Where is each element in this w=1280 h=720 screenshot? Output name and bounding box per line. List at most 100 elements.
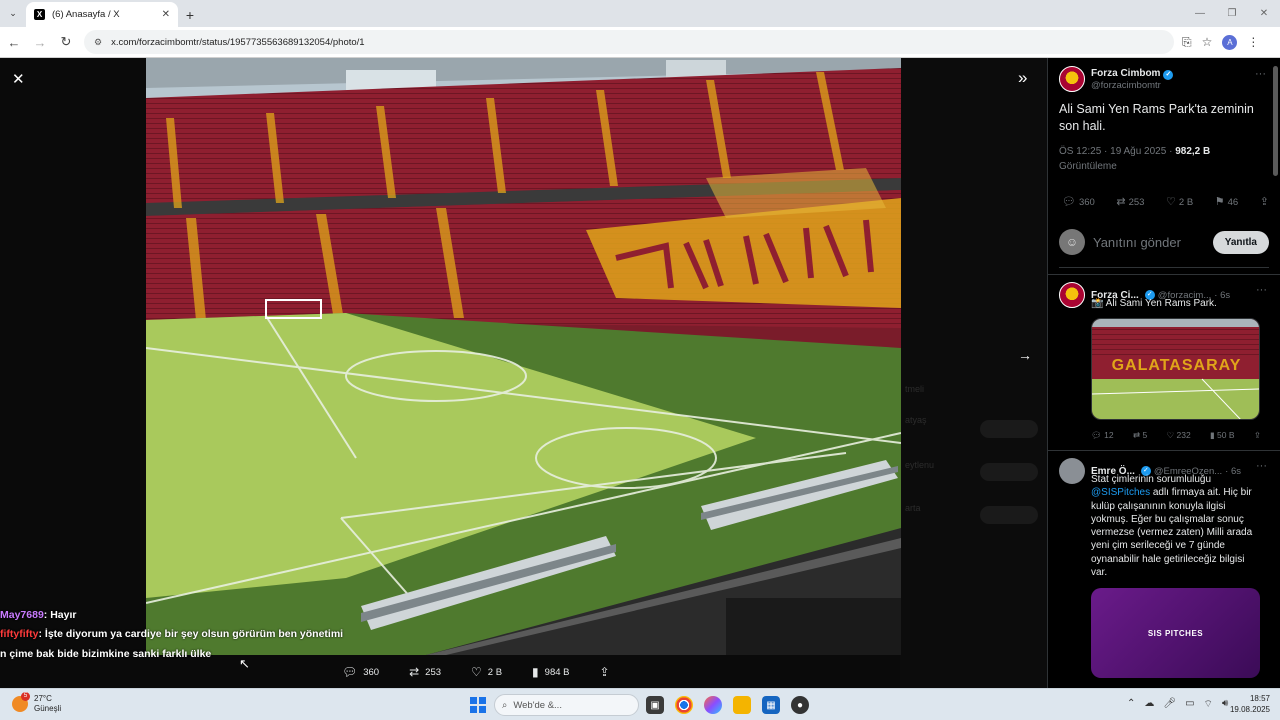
store-icon[interactable]: ▦ bbox=[762, 696, 780, 714]
repost-button[interactable]: ⇄ 253 bbox=[409, 665, 441, 679]
scrollbar[interactable] bbox=[1273, 66, 1278, 176]
bookmark-star-icon[interactable]: ☆ bbox=[1202, 35, 1213, 49]
avatar[interactable] bbox=[1059, 66, 1085, 92]
address-bar[interactable]: ⚙ x.com/forzacimbomtr/status/19577355636… bbox=[84, 30, 1174, 54]
browser-tab-active[interactable]: X (6) Anasayfa / X ✕ bbox=[26, 2, 178, 27]
tab-search-button[interactable]: ⌄ bbox=[0, 0, 26, 27]
profile-avatar[interactable]: A bbox=[1222, 34, 1238, 50]
author-name[interactable]: Forza Cimbom bbox=[1091, 68, 1160, 79]
stadium-photo[interactable] bbox=[146, 58, 901, 655]
tab-title: (6) Anasayfa / X bbox=[52, 9, 120, 20]
weather-widget[interactable]: 5 27°C Güneşli bbox=[12, 692, 61, 714]
taskbar-search[interactable]: ⌕ Web'de &... bbox=[494, 694, 639, 716]
collapse-panel-icon[interactable]: » bbox=[1018, 68, 1027, 88]
install-app-icon[interactable]: ⎘ bbox=[1182, 35, 1192, 50]
cloud-icon[interactable]: ☁ bbox=[1144, 698, 1154, 711]
ghost-text: eytlenu bbox=[905, 460, 935, 470]
forward-icon[interactable]: → bbox=[28, 30, 52, 54]
app-icon[interactable]: ● bbox=[791, 696, 809, 714]
reload-icon[interactable]: ↻ bbox=[54, 30, 78, 54]
share-button[interactable]: ⇪ bbox=[599, 665, 609, 679]
task-view-icon[interactable]: ▣ bbox=[646, 696, 664, 714]
share-icon[interactable]: ⇪ bbox=[1254, 430, 1261, 441]
repost-icon: ⇄ bbox=[409, 665, 420, 679]
restore-icon[interactable]: ❐ bbox=[1216, 8, 1248, 19]
reply-icon: 💬︎ bbox=[1091, 430, 1105, 440]
notification-badge: 5 bbox=[21, 692, 30, 701]
views-button[interactable]: ▮ 50 B bbox=[1210, 430, 1235, 441]
tweet-author: Forza Cimbom ✓ @forzacimbomtr bbox=[1059, 66, 1174, 92]
site-info-icon[interactable]: ⚙ bbox=[94, 37, 102, 48]
wifi-icon[interactable]: ⌔ bbox=[1204, 698, 1213, 711]
tweet-timestamp[interactable]: ÖS 12:25 · 19 Ağu 2025 · bbox=[1059, 146, 1175, 157]
minimize-icon[interactable]: — bbox=[1184, 8, 1216, 19]
reply-text: Stat çimlerinin sorumluluğu @SISPitches … bbox=[1091, 473, 1261, 579]
start-button[interactable] bbox=[470, 697, 486, 713]
reply-button[interactable]: 💬︎ 360 bbox=[342, 665, 379, 679]
like-count: 232 bbox=[1176, 430, 1191, 440]
repost-button[interactable]: ⇄ 253 bbox=[1116, 195, 1144, 208]
repost-count: 253 bbox=[1128, 197, 1145, 208]
back-icon[interactable]: ← bbox=[2, 30, 26, 54]
ghost-button bbox=[980, 420, 1038, 438]
tweet-views-count: 982,2 B bbox=[1175, 146, 1211, 157]
views-button[interactable]: ▮ 984 B bbox=[532, 665, 569, 679]
reply-icon: 💬︎ bbox=[1062, 196, 1076, 208]
chevron-up-icon[interactable]: ⌃ bbox=[1127, 698, 1135, 711]
file-explorer-icon[interactable] bbox=[733, 696, 751, 714]
x-logo-icon: X bbox=[34, 9, 45, 20]
reply-button[interactable]: 💬︎ 12 bbox=[1091, 430, 1114, 441]
chat-message: : Hayır bbox=[43, 609, 77, 621]
clock-date: 19.08.2025 bbox=[1229, 705, 1270, 714]
ghost-button bbox=[980, 506, 1038, 524]
chrome-icon[interactable] bbox=[675, 696, 693, 714]
like-button[interactable]: ♡ 2 B bbox=[471, 665, 502, 679]
window-controls: — ❐ ✕ bbox=[1184, 0, 1280, 27]
heart-icon: ♡ bbox=[471, 665, 482, 679]
chat-username: fiftyfifty bbox=[0, 628, 39, 640]
reply-submit-button[interactable]: Yanıtla bbox=[1212, 230, 1269, 254]
share-button[interactable]: ⇪ bbox=[1260, 195, 1272, 208]
like-button[interactable]: ♡ 2 B bbox=[1166, 195, 1193, 208]
heart-icon: ♡ bbox=[1166, 196, 1176, 208]
browser-menu-icon[interactable]: ⋮ bbox=[1247, 35, 1259, 49]
like-count: 2 B bbox=[487, 666, 503, 678]
avatar[interactable] bbox=[1059, 282, 1085, 308]
user-avatar[interactable]: ☺ bbox=[1059, 229, 1085, 255]
author-handle[interactable]: @forzacimbomtr bbox=[1091, 80, 1173, 91]
link-card[interactable]: SIS PITCHES bbox=[1091, 588, 1260, 678]
ghost-button bbox=[980, 463, 1038, 481]
more-options-icon[interactable]: ··· bbox=[1255, 68, 1266, 80]
clock[interactable]: 18:57 19.08.2025 bbox=[1228, 693, 1270, 715]
chat-username: May7689 bbox=[0, 609, 44, 621]
more-options-icon[interactable]: ··· bbox=[1256, 460, 1267, 472]
window-close-icon[interactable]: ✕ bbox=[1248, 8, 1280, 19]
like-button[interactable]: ♡ 232 bbox=[1167, 430, 1191, 441]
bookmark-button[interactable]: ⚑ 46 bbox=[1215, 195, 1238, 208]
copilot-icon[interactable] bbox=[704, 696, 722, 714]
thumbnail-lettering: GALATASARAY bbox=[1111, 357, 1242, 374]
reply-image[interactable]: GALATASARAY bbox=[1091, 318, 1260, 420]
browser-tab-bar: ⌄ X (6) Anasayfa / X ✕ + — ❐ ✕ bbox=[0, 0, 1280, 27]
avatar[interactable] bbox=[1059, 458, 1085, 484]
tweet-views-label: Görüntüleme bbox=[1059, 161, 1117, 172]
like-count: 2 B bbox=[1178, 197, 1194, 208]
reply-text-part: Stat çimlerinin sorumluluğu bbox=[1091, 474, 1212, 485]
more-options-icon[interactable]: ··· bbox=[1256, 284, 1267, 296]
analytics-icon: ▮ bbox=[1210, 430, 1218, 440]
tweet-text: Ali Sami Yen Rams Park'ta zeminin son ha… bbox=[1059, 102, 1254, 133]
reply-input[interactable]: Yanıtını gönder bbox=[1093, 235, 1205, 250]
display-icon[interactable]: ▭ bbox=[1185, 698, 1194, 711]
divider bbox=[1048, 450, 1280, 451]
browser-toolbar: ← → ↻ ⚙ x.com/forzacimbomtr/status/19577… bbox=[0, 27, 1280, 58]
next-photo-icon[interactable]: → bbox=[1018, 347, 1032, 363]
mention-link[interactable]: @SISPitches bbox=[1091, 487, 1150, 498]
tab-close-icon[interactable]: ✕ bbox=[162, 9, 170, 20]
reply-button[interactable]: 💬︎ 360 bbox=[1062, 195, 1095, 208]
new-tab-button[interactable]: + bbox=[178, 2, 202, 27]
repost-button[interactable]: ⇄ 5 bbox=[1133, 430, 1147, 441]
reply-icon: 💬︎ bbox=[342, 665, 358, 679]
microphone-icon[interactable]: 🎤︎ bbox=[1163, 698, 1176, 711]
tweet-side-panel: Forza Cimbom ✓ @forzacimbomtr ··· Ali Sam… bbox=[1047, 58, 1280, 688]
close-viewer-icon[interactable]: ✕ bbox=[12, 70, 25, 88]
